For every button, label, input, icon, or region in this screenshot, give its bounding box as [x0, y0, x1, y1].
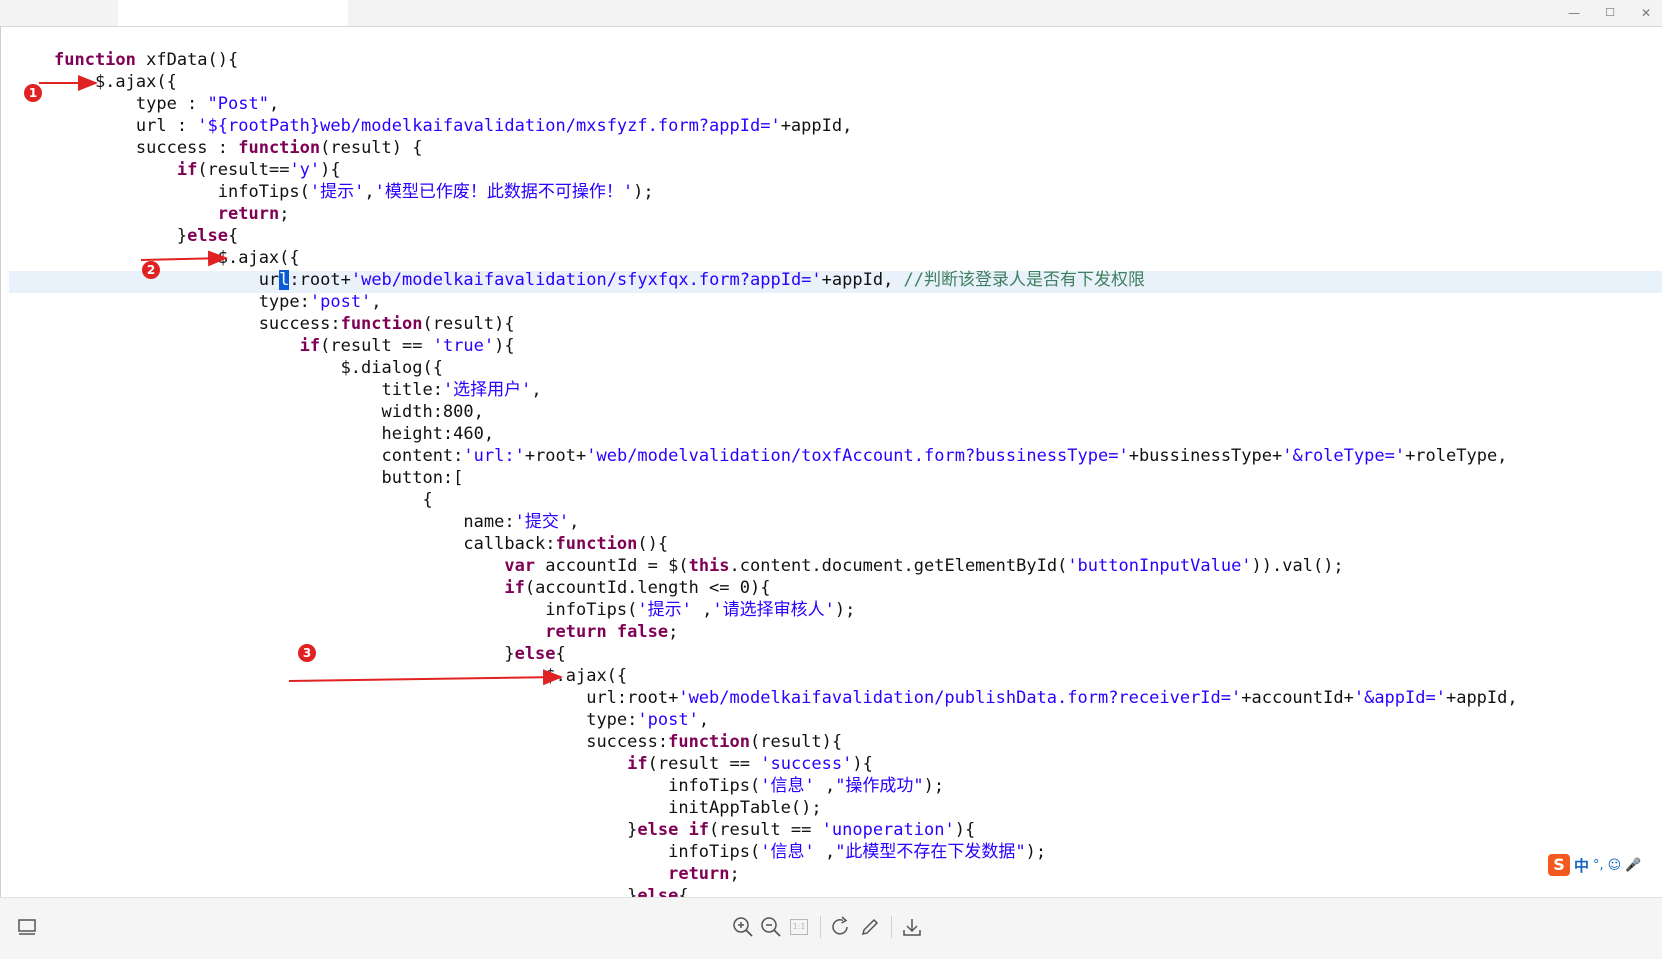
image-viewer-canvas: function xfData(){ $.ajax({ type : "Post… — [0, 27, 1662, 897]
arrow-2 — [140, 250, 228, 267]
annotation-badge-2: 2 — [142, 261, 160, 279]
annotation-badge-3: 3 — [298, 644, 316, 662]
close-button[interactable]: ✕ — [1632, 3, 1660, 23]
actual-size-label: 1:1 — [790, 919, 808, 935]
ime-punctuation-toggle[interactable]: °, — [1593, 858, 1604, 873]
zoom-in-icon[interactable] — [730, 914, 756, 940]
title-bar: — ☐ ✕ — [0, 0, 1662, 27]
thumbnail-icon[interactable] — [14, 914, 40, 940]
sogou-logo-icon[interactable]: S — [1548, 854, 1570, 876]
emoji-icon[interactable]: ☺ — [1608, 858, 1622, 873]
arrow-3 — [288, 669, 563, 686]
toolbar-divider — [891, 916, 892, 938]
viewer-toolbar: 1:1 — [0, 897, 1662, 959]
minimize-button[interactable]: — — [1560, 3, 1588, 23]
zoom-out-icon[interactable] — [758, 914, 784, 940]
active-tab[interactable] — [118, 0, 348, 26]
rotate-icon[interactable] — [828, 914, 854, 940]
annotation-badge-1: 1 — [24, 84, 42, 102]
actual-size-icon[interactable]: 1:1 — [786, 914, 812, 940]
download-icon[interactable] — [899, 914, 925, 940]
microphone-icon[interactable]: 🎤 — [1625, 858, 1641, 873]
ime-language-toggle[interactable]: 中 — [1574, 855, 1589, 876]
toolbar-divider — [820, 916, 821, 938]
annotation-arrows — [39, 75, 563, 686]
edit-icon[interactable] — [857, 914, 883, 940]
ime-status-bar[interactable]: S 中 °, ☺ 🎤 — [1548, 852, 1662, 878]
maximize-button[interactable]: ☐ — [1596, 3, 1624, 23]
